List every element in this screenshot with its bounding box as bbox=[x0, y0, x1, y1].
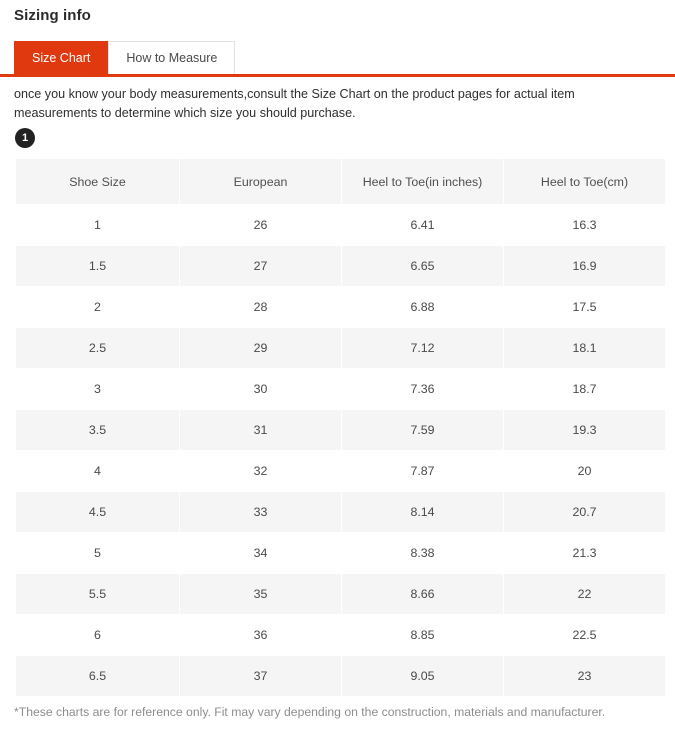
table-cell: 18.7 bbox=[504, 369, 665, 409]
table-cell: 7.12 bbox=[342, 328, 503, 368]
table-row: 1.5 27 6.65 16.9 bbox=[16, 246, 665, 286]
table-cell: 4 bbox=[16, 451, 179, 491]
table-cell: 29 bbox=[180, 328, 341, 368]
size-chart-table: Shoe Size European Heel to Toe(in inches… bbox=[15, 158, 666, 697]
footnote-text: *These charts are for reference only. Fi… bbox=[14, 705, 606, 719]
table-cell: 20.7 bbox=[504, 492, 665, 532]
table-row: 4.5 33 8.14 20.7 bbox=[16, 492, 665, 532]
table-cell: 1 bbox=[16, 205, 179, 245]
table-cell: 30 bbox=[180, 369, 341, 409]
table-cell: 6.65 bbox=[342, 246, 503, 286]
sizing-info-panel: Sizing info Size Chart How to Measure on… bbox=[0, 0, 675, 721]
table-cell: 22 bbox=[504, 574, 665, 614]
table-cell: 3.5 bbox=[16, 410, 179, 450]
table-cell: 16.9 bbox=[504, 246, 665, 286]
table-cell: 9.05 bbox=[342, 656, 503, 696]
tab-list: Size Chart How to Measure bbox=[0, 41, 675, 74]
tab-strip: Size Chart How to Measure bbox=[0, 41, 675, 77]
table-cell: 33 bbox=[180, 492, 341, 532]
intro-paragraph: once you know your body measurements,con… bbox=[14, 87, 575, 120]
table-row: 3.5 31 7.59 19.3 bbox=[16, 410, 665, 450]
table-row: 6 36 8.85 22.5 bbox=[16, 615, 665, 655]
table-row: 2 28 6.88 17.5 bbox=[16, 287, 665, 327]
table-cell: 7.36 bbox=[342, 369, 503, 409]
table-row: 1 26 6.41 16.3 bbox=[16, 205, 665, 245]
table-cell: 36 bbox=[180, 615, 341, 655]
table-cell: 6.88 bbox=[342, 287, 503, 327]
page-title: Sizing info bbox=[14, 7, 91, 24]
table-cell: 31 bbox=[180, 410, 341, 450]
badge-row: 1 bbox=[0, 123, 675, 148]
table-cell: 2 bbox=[16, 287, 179, 327]
table-row: 5 34 8.38 21.3 bbox=[16, 533, 665, 573]
size-table-body: 1 26 6.41 16.3 1.5 27 6.65 16.9 2 28 6.88 17.5 2.5 29… bbox=[16, 205, 665, 696]
table-cell: 8.66 bbox=[342, 574, 503, 614]
size-table-wrap: Shoe Size European Heel to Toe(in inches… bbox=[0, 148, 675, 697]
table-cell: 21.3 bbox=[504, 533, 665, 573]
table-cell: 27 bbox=[180, 246, 341, 286]
table-row: 6.5 37 9.05 23 bbox=[16, 656, 665, 696]
table-cell: 22.5 bbox=[504, 615, 665, 655]
tab-how-to-measure[interactable]: How to Measure bbox=[108, 41, 236, 74]
table-cell: 26 bbox=[180, 205, 341, 245]
table-cell: 5 bbox=[16, 533, 179, 573]
column-header-shoe-size: Shoe Size bbox=[16, 159, 179, 204]
table-cell: 7.59 bbox=[342, 410, 503, 450]
table-cell: 17.5 bbox=[504, 287, 665, 327]
step-number-badge: 1 bbox=[15, 128, 35, 148]
table-cell: 7.87 bbox=[342, 451, 503, 491]
table-row: 4 32 7.87 20 bbox=[16, 451, 665, 491]
table-row: 3 30 7.36 18.7 bbox=[16, 369, 665, 409]
table-cell: 6 bbox=[16, 615, 179, 655]
table-cell: 16.3 bbox=[504, 205, 665, 245]
table-header-row: Shoe Size European Heel to Toe(in inches… bbox=[16, 159, 665, 204]
size-table-head: Shoe Size European Heel to Toe(in inches… bbox=[16, 159, 665, 204]
table-row: 2.5 29 7.12 18.1 bbox=[16, 328, 665, 368]
table-cell: 1.5 bbox=[16, 246, 179, 286]
table-cell: 5.5 bbox=[16, 574, 179, 614]
table-cell: 4.5 bbox=[16, 492, 179, 532]
table-cell: 6.5 bbox=[16, 656, 179, 696]
table-cell: 34 bbox=[180, 533, 341, 573]
column-header-heel-cm: Heel to Toe(cm) bbox=[504, 159, 665, 204]
table-cell: 3 bbox=[16, 369, 179, 409]
table-cell: 18.1 bbox=[504, 328, 665, 368]
tab-size-chart[interactable]: Size Chart bbox=[14, 41, 109, 74]
table-cell: 37 bbox=[180, 656, 341, 696]
table-cell: 2.5 bbox=[16, 328, 179, 368]
table-cell: 35 bbox=[180, 574, 341, 614]
table-cell: 6.41 bbox=[342, 205, 503, 245]
table-cell: 19.3 bbox=[504, 410, 665, 450]
column-header-heel-inches: Heel to Toe(in inches) bbox=[342, 159, 503, 204]
table-cell: 20 bbox=[504, 451, 665, 491]
table-cell: 8.14 bbox=[342, 492, 503, 532]
table-row: 5.5 35 8.66 22 bbox=[16, 574, 665, 614]
table-cell: 32 bbox=[180, 451, 341, 491]
table-cell: 8.85 bbox=[342, 615, 503, 655]
table-cell: 28 bbox=[180, 287, 341, 327]
table-cell: 8.38 bbox=[342, 533, 503, 573]
table-cell: 23 bbox=[504, 656, 665, 696]
column-header-european: European bbox=[180, 159, 341, 204]
